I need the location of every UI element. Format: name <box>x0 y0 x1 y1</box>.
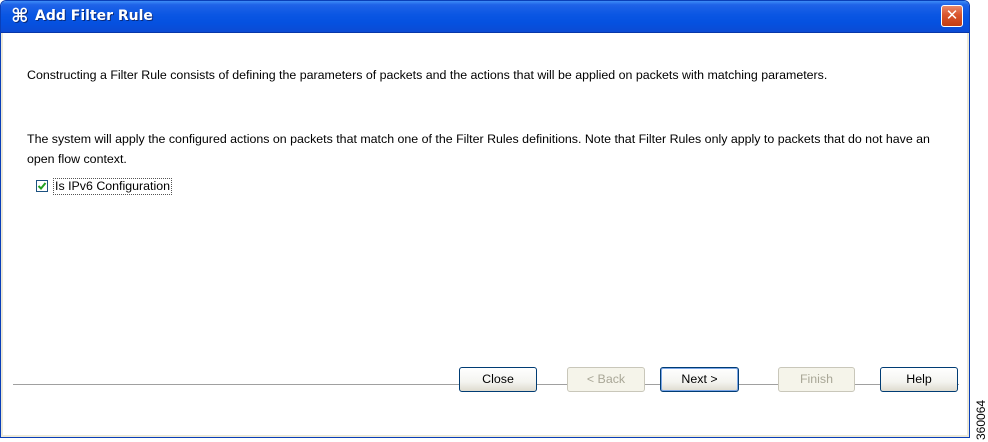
close-icon: ✕ <box>945 6 959 24</box>
ipv6-checkbox-row[interactable]: Is IPv6 Configuration <box>36 177 173 195</box>
title-bar[interactable]: ⌘ Add Filter Rule ✕ <box>1 1 969 33</box>
ipv6-checkbox[interactable] <box>36 180 48 192</box>
app-icon: ⌘ <box>11 5 29 27</box>
ipv6-checkbox-label[interactable]: Is IPv6 Configuration <box>53 177 173 195</box>
add-filter-rule-dialog: ⌘ Add Filter Rule ✕ Constructing a Filte… <box>0 0 970 438</box>
figure-id-label: 360064 <box>974 399 988 440</box>
help-button[interactable]: Help <box>880 367 958 392</box>
dialog-title: Add Filter Rule <box>35 8 153 24</box>
close-button[interactable]: Close <box>459 367 537 392</box>
close-window-button[interactable]: ✕ <box>941 5 963 27</box>
description-text: Constructing a Filter Rule consists of d… <box>27 68 828 82</box>
next-button[interactable]: Next > <box>660 367 739 392</box>
checkmark-icon <box>37 182 47 190</box>
back-button[interactable]: < Back <box>567 367 645 392</box>
note-text: The system will apply the configured act… <box>27 132 930 166</box>
finish-button[interactable]: Finish <box>778 367 855 392</box>
